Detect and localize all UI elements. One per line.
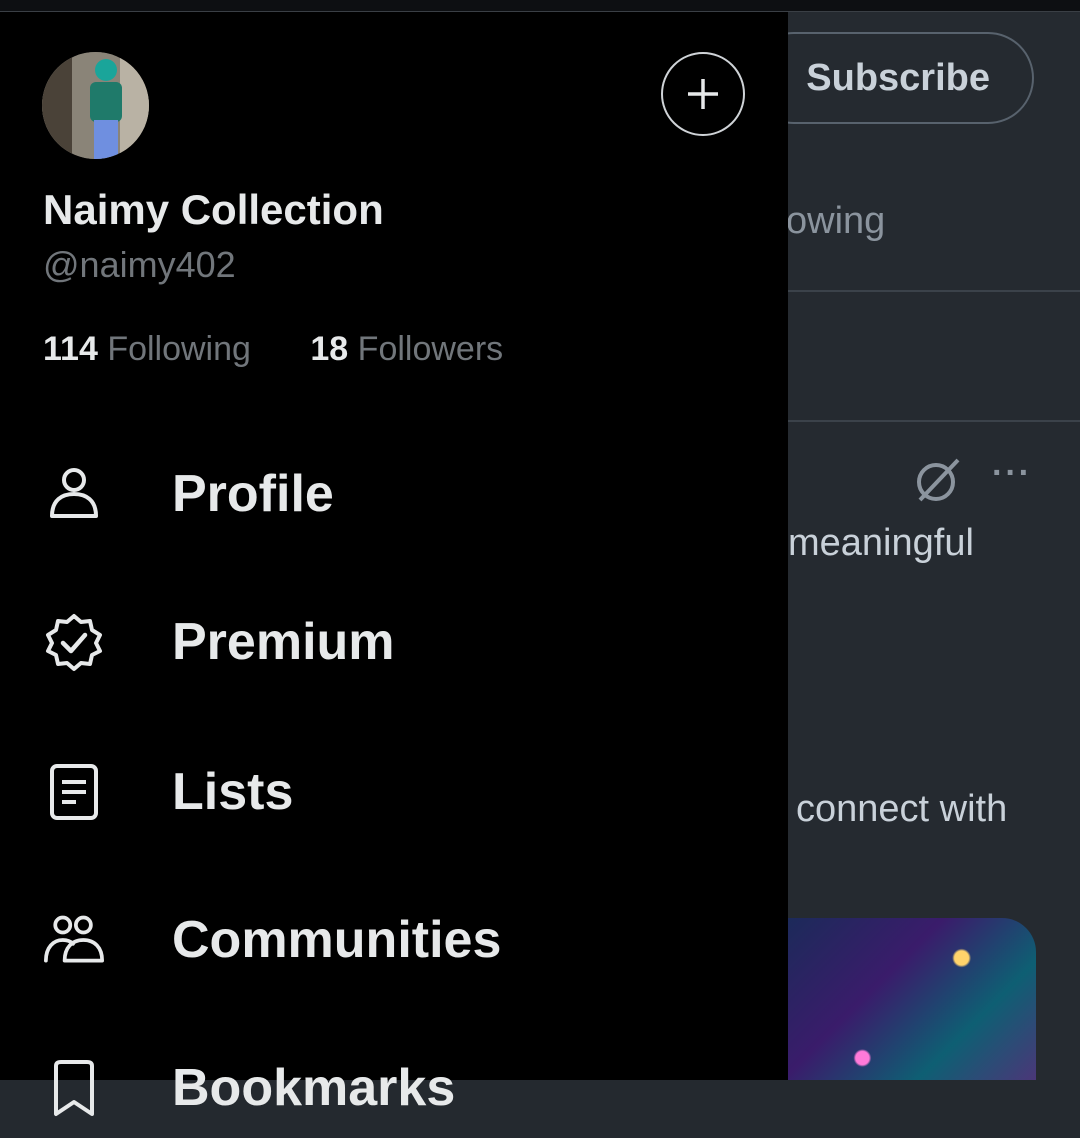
following-link[interactable]: 114 Following bbox=[43, 330, 251, 369]
plus-icon bbox=[688, 79, 718, 109]
tab-following[interactable]: owing bbox=[788, 200, 885, 243]
menu-item-bookmarks[interactable]: Bookmarks bbox=[0, 1038, 788, 1138]
followers-link[interactable]: 18 Followers bbox=[310, 330, 503, 369]
menu-label-premium: Premium bbox=[172, 613, 395, 671]
post-media-image[interactable] bbox=[788, 918, 1036, 1080]
add-account-button[interactable] bbox=[661, 52, 745, 136]
followers-label: Followers bbox=[357, 330, 504, 368]
menu-label-profile: Profile bbox=[172, 465, 334, 523]
post-text: connect with bbox=[796, 788, 1008, 830]
grok-icon[interactable] bbox=[912, 454, 964, 506]
menu-label-communities: Communities bbox=[172, 911, 502, 969]
navigation-drawer: Naimy Collection @naimy402 114 Following… bbox=[0, 12, 788, 1117]
person-icon bbox=[50, 468, 98, 518]
bookmark-icon bbox=[54, 1060, 94, 1116]
divider bbox=[788, 420, 1080, 422]
status-bar bbox=[0, 0, 1080, 12]
menu-label-lists: Lists bbox=[172, 763, 294, 821]
menu-label-bookmarks: Bookmarks bbox=[172, 1059, 456, 1117]
avatar-image bbox=[42, 52, 149, 159]
user-handle: @naimy402 bbox=[43, 244, 236, 285]
more-options-icon[interactable]: ··· bbox=[992, 454, 1032, 493]
subscribe-button[interactable]: Subscribe bbox=[788, 32, 1034, 124]
following-label: Following bbox=[107, 330, 251, 368]
list-icon bbox=[50, 764, 98, 820]
timeline-background: Subscribe owing ··· meaningful connect w… bbox=[788, 12, 1080, 1080]
post-text: meaningful bbox=[788, 522, 974, 564]
communities-icon bbox=[44, 915, 104, 963]
follow-stats: 114 Following 18 Followers bbox=[43, 330, 503, 369]
avatar[interactable] bbox=[42, 52, 149, 159]
menu-item-profile[interactable]: Profile bbox=[0, 444, 788, 544]
display-name[interactable]: Naimy Collection bbox=[43, 186, 384, 234]
menu-item-premium[interactable]: Premium bbox=[0, 592, 788, 692]
followers-count: 18 bbox=[310, 330, 349, 368]
verified-badge-icon bbox=[46, 614, 102, 671]
following-count: 114 bbox=[43, 330, 98, 368]
divider bbox=[788, 290, 1080, 292]
menu-item-communities[interactable]: Communities bbox=[0, 890, 788, 990]
menu-item-lists[interactable]: Lists bbox=[0, 742, 788, 842]
